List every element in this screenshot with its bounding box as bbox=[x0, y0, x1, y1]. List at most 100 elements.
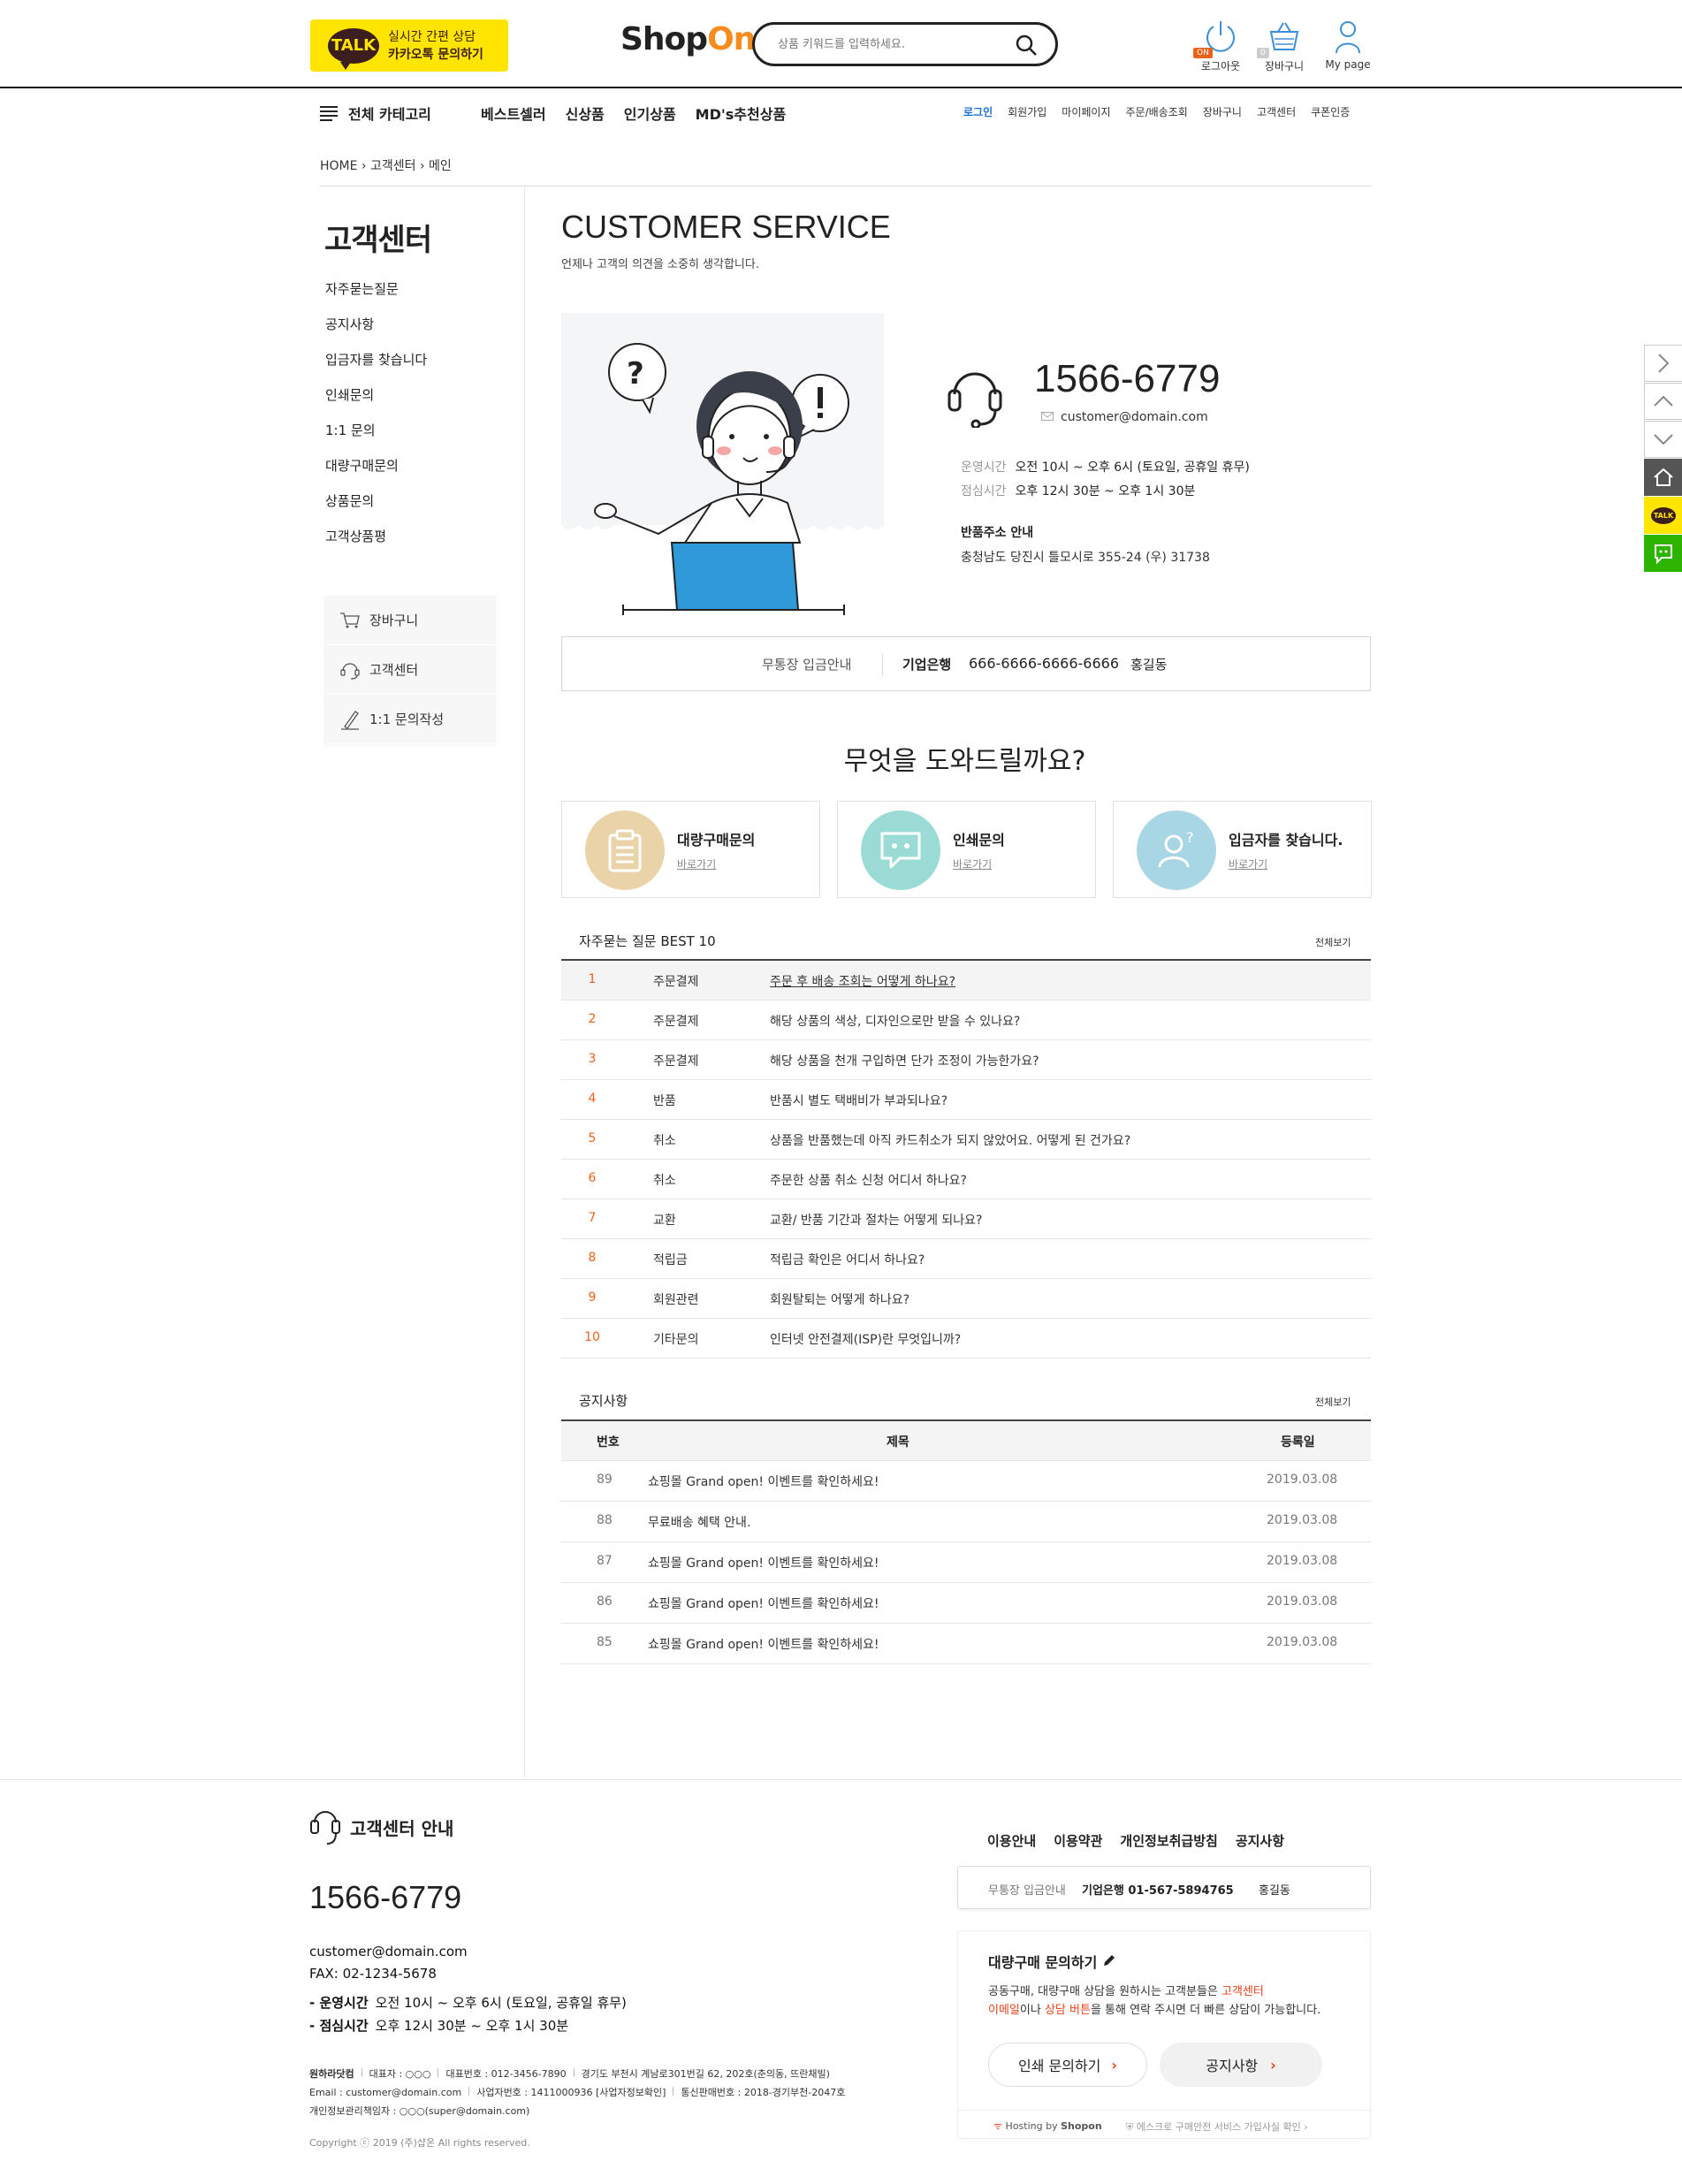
breadcrumb-home[interactable]: HOME bbox=[320, 159, 357, 173]
faq-question[interactable]: 적립금 확인은 어디서 하나요? bbox=[770, 1251, 925, 1268]
footer-link-guide[interactable]: 이용안내 bbox=[987, 1831, 1036, 1850]
faq-more-link[interactable]: 전체보기 bbox=[1315, 935, 1351, 949]
faq-question[interactable]: 반품시 별도 택배비가 부과되나요? bbox=[770, 1092, 948, 1109]
faq-row[interactable]: 7 교환 교환/ 반품 기간과 절차는 어떻게 되나요? bbox=[561, 1199, 1371, 1239]
util-order[interactable]: 주문/배송조회 bbox=[1126, 104, 1188, 119]
notice-no: 85 bbox=[597, 1635, 613, 1649]
faq-row[interactable]: 10 기타문의 인터넷 안전결제(ISP)란 무엇입니까? bbox=[561, 1319, 1371, 1358]
bulk-desc-email-link[interactable]: 이메일 bbox=[988, 2004, 1020, 2017]
faq-question[interactable]: 주문 후 배송 조회는 어떻게 하나요? bbox=[770, 972, 955, 990]
return-address: 충청남도 당진시 틀모시로 355-24 (우) 31738 bbox=[961, 551, 1210, 565]
util-login[interactable]: 로그인 bbox=[963, 104, 993, 119]
bulk-desc-consult-link[interactable]: 상담 버튼 bbox=[1045, 2004, 1091, 2017]
help-card-depositor[interactable]: ? 입금자를 찾습니다. 바로가기 bbox=[1113, 801, 1372, 898]
bulk-desc-cs-link[interactable]: 고객센터 bbox=[1222, 1985, 1264, 1998]
notice-row[interactable]: 88 무료배송 혜택 안내. 2019.03.08 bbox=[561, 1502, 1371, 1542]
faq-row[interactable]: 4 반품 반품시 별도 택배비가 부과되나요? bbox=[561, 1080, 1371, 1120]
sidebar-item-1on1[interactable]: 1:1 문의 bbox=[325, 421, 427, 456]
faq-question[interactable]: 주문한 상품 취소 신청 어디서 하나요? bbox=[770, 1171, 967, 1189]
nav-best[interactable]: 베스트셀러 bbox=[481, 103, 546, 124]
nav-md-pick[interactable]: MD's추천상품 bbox=[696, 103, 787, 124]
util-coupon[interactable]: 쿠폰인증 bbox=[1311, 104, 1350, 119]
faq-row[interactable]: 6 취소 주문한 상품 취소 신청 어디서 하나요? bbox=[561, 1160, 1371, 1199]
bulk-order-title-text: 대량구매 문의하기 bbox=[988, 1954, 1098, 1971]
kakao-consult-banner[interactable]: TALK 실시간 간편 상담 카카오톡 문의하기 bbox=[310, 19, 508, 72]
notice-date: 2019.03.08 bbox=[1267, 1554, 1338, 1568]
footer-link-terms[interactable]: 이용약관 bbox=[1054, 1831, 1102, 1850]
util-mypage[interactable]: 마이페이지 bbox=[1062, 104, 1110, 119]
faq-question[interactable]: 교환/ 반품 기간과 절차는 어떻게 되나요? bbox=[770, 1211, 982, 1229]
business-number[interactable]: 사업자번호 : 1411000936 [사업자정보확인] bbox=[476, 2087, 666, 2098]
bank-info-label: 무통장 입금안내 bbox=[762, 657, 852, 673]
notice-title[interactable]: 쇼핑몰 Grand open! 이벤트를 확인하세요! bbox=[648, 1594, 879, 1612]
util-cs[interactable]: 고객센터 bbox=[1257, 104, 1296, 119]
search-input[interactable] bbox=[778, 33, 1008, 56]
cs-phone-number: 1566-6779 bbox=[1034, 357, 1221, 400]
sidebar-item-bulk[interactable]: 대량구매문의 bbox=[325, 456, 427, 491]
faq-rank: 6 bbox=[588, 1171, 597, 1185]
faq-question[interactable]: 해당 상품을 천개 구입하면 단가 조정이 가능한가요? bbox=[770, 1052, 1039, 1069]
footer-link-privacy[interactable]: 개인정보취급방침 bbox=[1120, 1831, 1217, 1850]
sidebar-item-print[interactable]: 인쇄문의 bbox=[325, 385, 427, 421]
sidebar-item-notice[interactable]: 공지사항 bbox=[325, 315, 427, 350]
sidebar-item-faq[interactable]: 자주묻는질문 bbox=[325, 279, 427, 315]
util-cart[interactable]: 장바구니 bbox=[1203, 104, 1242, 119]
cart-icon bbox=[340, 612, 360, 628]
faq-row[interactable]: 9 회원관련 회원탈퇴는 어떻게 하나요? bbox=[561, 1279, 1371, 1319]
faq-row[interactable]: 5 취소 상품을 반품했는데 아직 카드취소가 되지 않았어요. 어떻게 된 건가요… bbox=[561, 1120, 1371, 1160]
help-heading: 무엇을 도와드릴까요? bbox=[843, 746, 1086, 777]
util-join[interactable]: 회원가입 bbox=[1008, 104, 1046, 119]
sidebar-cs-link[interactable]: 고객센터 bbox=[323, 645, 497, 695]
notice-title[interactable]: 쇼핑몰 Grand open! 이벤트를 확인하세요! bbox=[648, 1635, 879, 1653]
footer-link-notice[interactable]: 공지사항 bbox=[1236, 1831, 1284, 1850]
shopon-logo[interactable]: ShopOn bbox=[620, 21, 756, 57]
nav-new[interactable]: 신상품 bbox=[566, 103, 605, 124]
help-card-link[interactable]: 바로가기 bbox=[1229, 856, 1267, 871]
quick-next-button[interactable] bbox=[1644, 345, 1682, 382]
faq-row[interactable]: 1 주문결제 주문 후 배송 조회는 어떻게 하나요? bbox=[561, 961, 1371, 1001]
notice-row[interactable]: 89 쇼핑몰 Grand open! 이벤트를 확인하세요! 2019.03.08 bbox=[561, 1461, 1371, 1502]
hosting-text: Hosting by bbox=[1005, 2120, 1058, 2132]
scroll-bottom-button[interactable] bbox=[1644, 421, 1682, 458]
logout-button[interactable]: ON 로그아웃 bbox=[1190, 18, 1252, 73]
sidebar-item-depositor[interactable]: 입금자를 찾습니다 bbox=[325, 350, 427, 385]
faq-row[interactable]: 3 주문결제 해당 상품을 천개 구입하면 단가 조정이 가능한가요? bbox=[561, 1040, 1371, 1080]
bulk-order-title: 대량구매 문의하기 bbox=[988, 1951, 1116, 1972]
notice-title[interactable]: 쇼핑몰 Grand open! 이벤트를 확인하세요! bbox=[648, 1472, 879, 1490]
notice-more-link[interactable]: 전체보기 bbox=[1315, 1395, 1351, 1409]
mypage-button[interactable]: My page bbox=[1317, 18, 1379, 71]
help-card-bulk[interactable]: 대량구매문의 바로가기 bbox=[561, 801, 820, 898]
help-card-title: 인쇄문의 bbox=[953, 832, 1005, 848]
escrow-link[interactable]: ⛨ 에스크로 구매안전 서비스 가입사실 확인 › bbox=[1126, 2119, 1308, 2134]
faq-row[interactable]: 2 주문결제 해당 상품의 색상, 디자인으로만 받을 수 있나요? bbox=[561, 1001, 1371, 1040]
sidebar-item-review[interactable]: 고객상품평 bbox=[325, 527, 427, 562]
nav-popular[interactable]: 인기상품 bbox=[624, 103, 676, 124]
notice-row[interactable]: 85 쇼핑몰 Grand open! 이벤트를 확인하세요! 2019.03.08 bbox=[561, 1624, 1371, 1664]
search-icon[interactable] bbox=[1015, 34, 1038, 57]
faq-question[interactable]: 회원탈퇴는 어떻게 하나요? bbox=[770, 1290, 909, 1308]
scroll-top-button[interactable] bbox=[1644, 383, 1682, 420]
help-card-link[interactable]: 바로가기 bbox=[953, 856, 992, 871]
faq-row[interactable]: 8 적립금 적립금 확인은 어디서 하나요? bbox=[561, 1239, 1371, 1279]
home-button[interactable] bbox=[1644, 459, 1682, 496]
breadcrumb-cs[interactable]: 고객센터 bbox=[370, 159, 416, 173]
help-card-link[interactable]: 바로가기 bbox=[677, 856, 716, 871]
faq-question[interactable]: 인터넷 안전결제(ISP)란 무엇입니까? bbox=[770, 1330, 961, 1348]
help-card-print[interactable]: 인쇄문의 바로가기 bbox=[837, 801, 1096, 898]
print-inquiry-button[interactable]: 인쇄 문의하기 › bbox=[988, 2043, 1147, 2087]
faq-question[interactable]: 해당 상품의 색상, 디자인으로만 받을 수 있나요? bbox=[770, 1012, 1020, 1030]
talk-talk-button[interactable] bbox=[1644, 535, 1682, 572]
kakao-talk-button[interactable]: TALK bbox=[1644, 497, 1682, 534]
all-category-button[interactable]: 전체 카테고리 bbox=[320, 103, 431, 124]
notice-row[interactable]: 86 쇼핑몰 Grand open! 이벤트를 확인하세요! 2019.03.08 bbox=[561, 1583, 1371, 1624]
account-holder: 홍길동 bbox=[1130, 657, 1168, 673]
faq-question[interactable]: 상품을 반품했는데 아직 카드취소가 되지 않았어요. 어떻게 된 건가요? bbox=[770, 1131, 1130, 1149]
notice-button[interactable]: 공지사항 › bbox=[1160, 2043, 1322, 2087]
notice-title[interactable]: 무료배송 혜택 안내. bbox=[648, 1513, 750, 1531]
sidebar-inquiry-link[interactable]: 1:1 문의작성 bbox=[323, 695, 497, 744]
sidebar-item-product-qna[interactable]: 상품문의 bbox=[325, 491, 427, 527]
cart-button[interactable]: 0 장바구니 bbox=[1253, 18, 1315, 73]
notice-title[interactable]: 쇼핑몰 Grand open! 이벤트를 확인하세요! bbox=[648, 1554, 879, 1571]
notice-row[interactable]: 87 쇼핑몰 Grand open! 이벤트를 확인하세요! 2019.03.08 bbox=[561, 1542, 1371, 1583]
sidebar-cart-link[interactable]: 장바구니 bbox=[323, 596, 497, 645]
